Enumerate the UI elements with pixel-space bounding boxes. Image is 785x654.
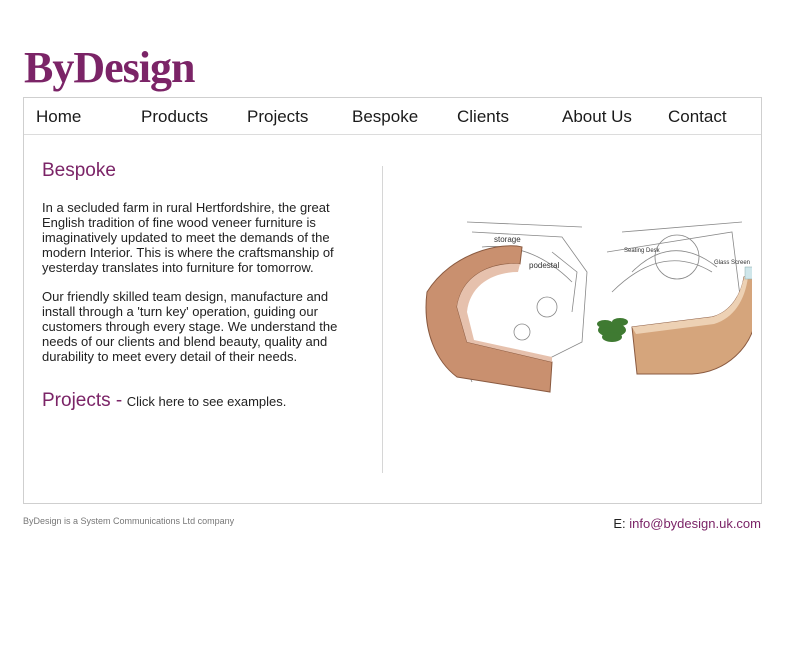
- nav-item-contact[interactable]: Contact: [668, 107, 727, 127]
- label-storage: storage: [494, 235, 521, 244]
- nav-item-clients[interactable]: Clients: [457, 107, 509, 127]
- projects-title: Projects -: [42, 390, 123, 411]
- nav-item-home[interactable]: Home: [36, 107, 81, 127]
- email-link[interactable]: info@bydesign.uk.com: [629, 516, 761, 531]
- contact-email: E: info@bydesign.uk.com: [613, 516, 761, 531]
- intro-paragraph: In a secluded farm in rural Hertfordshir…: [42, 200, 334, 275]
- team-paragraph: Our friendly skilled team design, manufa…: [42, 289, 338, 364]
- content-frame: Home Products Projects Bespoke Clients A…: [23, 97, 762, 504]
- nav-item-projects[interactable]: Projects: [247, 107, 308, 127]
- nav-item-about-us[interactable]: About Us: [562, 107, 632, 127]
- page-title: Bespoke: [42, 160, 116, 181]
- email-prefix: E:: [613, 516, 626, 531]
- nav-item-bespoke[interactable]: Bespoke: [352, 107, 418, 127]
- label-seating-desk: Seating Desk: [624, 248, 661, 254]
- main-nav: Home Products Projects Bespoke Clients A…: [24, 98, 761, 135]
- projects-callout: Projects - Click here to see examples.: [42, 390, 286, 412]
- reception-desk-illustration: storage podestal Seating Desk Glass Scre…: [425, 221, 752, 393]
- logo[interactable]: ByDesign: [24, 46, 195, 90]
- label-glass-screen: Glass Screen: [714, 260, 750, 266]
- column-divider: [382, 166, 383, 473]
- company-note: ByDesign is a System Communications Ltd …: [23, 516, 235, 526]
- projects-link[interactable]: Click here to see examples.: [127, 394, 287, 409]
- label-podestal: podestal: [529, 261, 559, 270]
- nav-item-products[interactable]: Products: [141, 107, 208, 127]
